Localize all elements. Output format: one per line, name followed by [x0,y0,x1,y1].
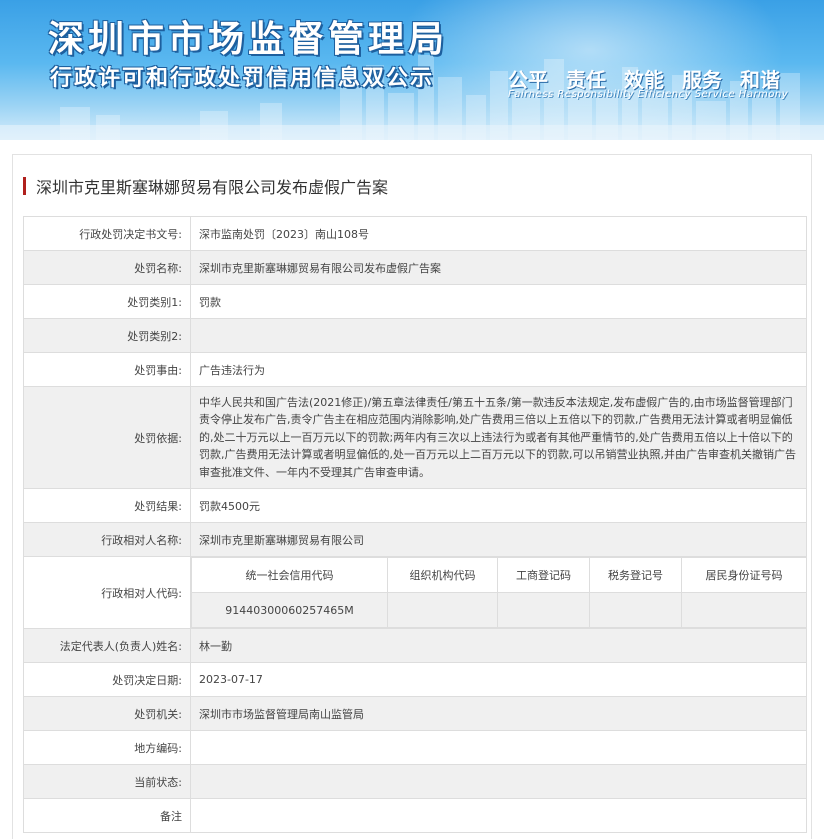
code-header: 组织机构代码 [387,557,498,593]
penalty-basis: 中华人民共和国广告法(2021修正)/第五章法律责任/第五十五条/第一款违反本法… [190,386,807,489]
table-row: 行政处罚决定书文号: 深市监南处罚〔2023〕南山108号 [23,216,807,251]
code-header-row: 统一社会信用代码 组织机构代码 工商登记码 税务登记号 居民身份证号码 [191,557,807,593]
row-label: 行政处罚决定书文号: [23,216,191,251]
remark [190,798,807,833]
business-reg-code-value [497,592,590,628]
table-row: 备注 [23,798,807,833]
decision-number: 深市监南处罚〔2023〕南山108号 [190,216,807,251]
header-banner: 深圳市市场监督管理局 行政许可和行政处罚信用信息双公示 公平 责任 效能 服务 … [0,0,824,140]
row-label: 法定代表人(负责人)姓名: [23,628,191,663]
row-label: 处罚类别2: [23,318,191,353]
penalty-result: 罚款4500元 [190,488,807,523]
penalty-authority: 深圳市市场监督管理局南山监管局 [190,696,807,731]
party-code-table: 统一社会信用代码 组织机构代码 工商登记码 税务登记号 居民身份证号码 9144… [191,557,807,628]
table-row: 处罚结果: 罚款4500元 [23,488,807,523]
row-label: 处罚事由: [23,352,191,387]
content-panel: 深圳市克里斯塞琳娜贸易有限公司发布虚假广告案 行政处罚决定书文号: 深市监南处罚… [12,154,812,839]
code-header: 工商登记码 [497,557,590,593]
party-name: 深圳市克里斯塞琳娜贸易有限公司 [190,522,807,557]
table-row: 当前状态: [23,764,807,799]
row-label: 备注 [23,798,191,833]
row-label: 行政相对人名称: [23,522,191,557]
row-label: 处罚决定日期: [23,662,191,697]
table-row: 法定代表人(负责人)姓名: 林一勤 [23,628,807,663]
code-header: 统一社会信用代码 [191,557,388,593]
table-row: 处罚事由: 广告违法行为 [23,352,807,387]
row-label: 处罚机关: [23,696,191,731]
penalty-category-1: 罚款 [190,284,807,319]
table-row: 处罚依据: 中华人民共和国广告法(2021修正)/第五章法律责任/第五十五条/第… [23,386,807,489]
credit-code-value: 91440300060257465M [191,592,388,628]
row-label: 处罚名称: [23,250,191,285]
legal-representative: 林一勤 [190,628,807,663]
title-accent-bar [23,177,26,195]
row-label: 当前状态: [23,764,191,799]
banner-subtitle: 行政许可和行政处罚信用信息双公示 [50,66,435,91]
tax-reg-code-value [589,592,682,628]
id-card-value [681,592,807,628]
decision-date: 2023-07-17 [190,662,807,697]
penalty-info-table: 行政处罚决定书文号: 深市监南处罚〔2023〕南山108号 处罚名称: 深圳市克… [23,216,807,833]
row-label: 处罚类别1: [23,284,191,319]
case-name: 深圳市克里斯塞琳娜贸易有限公司发布虚假广告案 [190,250,807,285]
table-row: 地方编码: [23,730,807,765]
table-row: 处罚类别2: [23,318,807,353]
org-code-value [387,592,498,628]
table-row: 行政相对人名称: 深圳市克里斯塞琳娜贸易有限公司 [23,522,807,557]
code-header: 居民身份证号码 [681,557,807,593]
banner-title: 深圳市市场监督管理局 [48,19,449,60]
row-label: 处罚依据: [23,386,191,489]
code-value-row: 91440300060257465M [191,592,807,628]
table-row: 行政相对人代码: 统一社会信用代码 组织机构代码 工商登记码 税务登记号 居民身… [23,556,807,629]
penalty-category-2 [190,318,807,353]
banner-values-english: Fairness Responsibility Efficiency Servi… [508,89,789,100]
row-label: 处罚结果: [23,488,191,523]
table-row: 处罚机关: 深圳市市场监督管理局南山监管局 [23,696,807,731]
current-status [190,764,807,799]
case-title: 深圳市克里斯塞琳娜贸易有限公司发布虚假广告案 [23,175,388,197]
table-row: 处罚名称: 深圳市克里斯塞琳娜贸易有限公司发布虚假广告案 [23,250,807,285]
party-code-cell: 统一社会信用代码 组织机构代码 工商登记码 税务登记号 居民身份证号码 9144… [190,556,807,629]
code-header: 税务登记号 [589,557,682,593]
row-label: 行政相对人代码: [23,556,191,629]
table-row: 处罚决定日期: 2023-07-17 [23,662,807,697]
table-row: 处罚类别1: 罚款 [23,284,807,319]
case-title-text: 深圳市克里斯塞琳娜贸易有限公司发布虚假广告案 [36,178,389,197]
local-code [190,730,807,765]
penalty-reason: 广告违法行为 [190,352,807,387]
row-label: 地方编码: [23,730,191,765]
